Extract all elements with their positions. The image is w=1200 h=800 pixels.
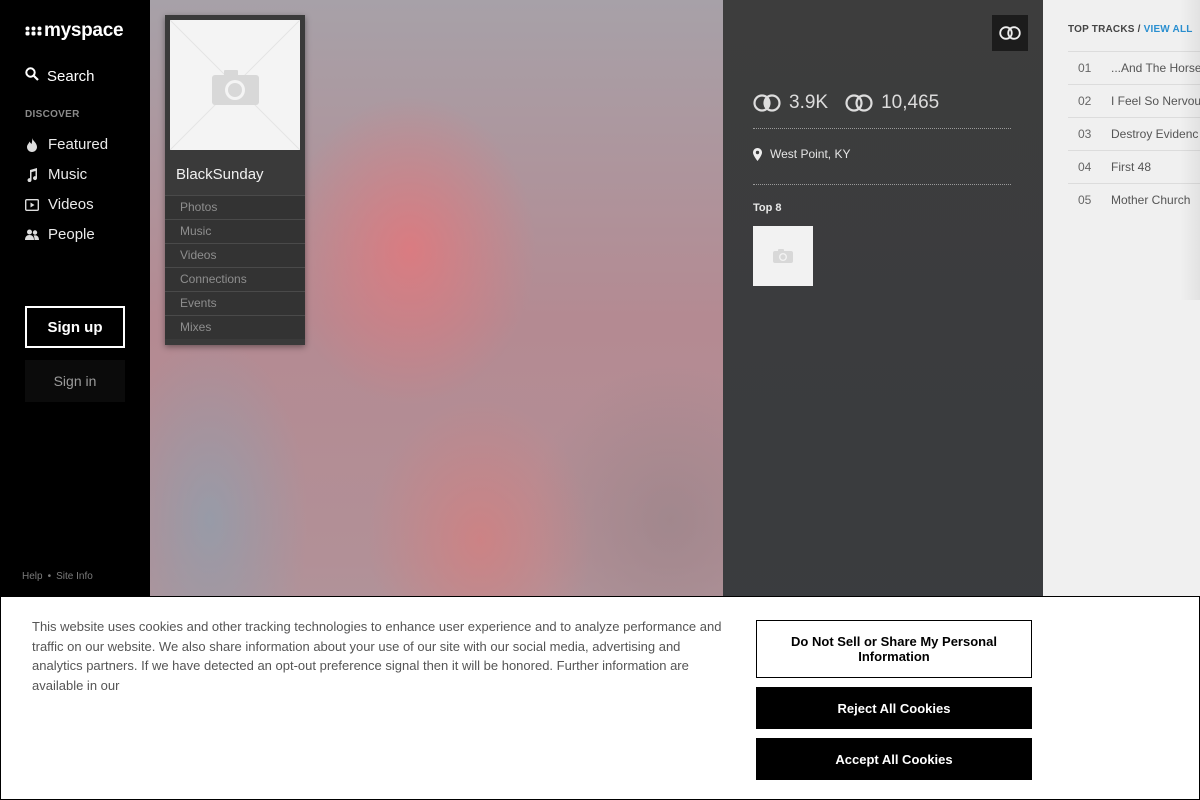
nav-item-featured[interactable]: Featured [25, 136, 108, 153]
cookie-notice-text: This website uses cookies and other trac… [32, 619, 722, 693]
footer-separator: • [47, 571, 52, 582]
accept-all-cookies-button[interactable]: Accept All Cookies [756, 738, 1032, 780]
camera-placeholder-icon [170, 20, 300, 150]
nav-item-label: People [48, 226, 95, 243]
music-note-icon [25, 167, 39, 182]
profile-menu-events[interactable]: Events [165, 291, 305, 315]
track-number: 03 [1078, 127, 1092, 141]
profile-menu-mixes[interactable]: Mixes [165, 315, 305, 339]
track-number: 02 [1078, 94, 1092, 108]
logo-text: myspace [44, 20, 124, 42]
discover-heading: DISCOVER [25, 109, 80, 120]
reject-all-cookies-button[interactable]: Reject All Cookies [756, 687, 1032, 729]
profile-name[interactable]: BlackSunday [176, 166, 264, 183]
video-play-icon [25, 198, 39, 212]
top-tracks-heading: TOP TRACKS / VIEW ALL [1068, 24, 1193, 35]
profile-menu: Photos Music Videos Connections Events M… [165, 195, 305, 339]
profile-menu-music[interactable]: Music [165, 219, 305, 243]
top8-heading: Top 8 [753, 202, 782, 214]
search-icon [25, 67, 39, 85]
connection-stats: 3.9K 10,465 [753, 92, 956, 114]
nav-search[interactable]: Search [25, 67, 95, 85]
nav-item-music[interactable]: Music [25, 166, 87, 183]
people-icon [25, 228, 39, 242]
help-link[interactable]: Help [22, 571, 43, 582]
track-number: 04 [1078, 160, 1092, 174]
profile-menu-photos[interactable]: Photos [165, 195, 305, 219]
nav-item-people[interactable]: People [25, 226, 95, 243]
top-tracks-title: TOP TRACKS / [1068, 24, 1141, 35]
track-number: 05 [1078, 193, 1092, 207]
connections-out-stat[interactable]: 10,465 [845, 92, 939, 114]
nav-item-videos[interactable]: Videos [25, 196, 94, 213]
site-info-link[interactable]: Site Info [56, 571, 93, 582]
location-pin-icon [753, 147, 762, 161]
do-not-sell-button[interactable]: Do Not Sell or Share My Personal Informa… [756, 620, 1032, 678]
profile-menu-connections[interactable]: Connections [165, 267, 305, 291]
location: West Point, KY [753, 147, 850, 161]
connections-in-count: 3.9K [789, 92, 829, 113]
divider [753, 184, 1011, 185]
connections-out-icon [845, 94, 873, 112]
track-title: First 48 [1111, 160, 1152, 174]
top8-friend-thumbnail[interactable] [753, 226, 813, 286]
cookie-consent-banner: This website uses cookies and other trac… [0, 596, 1200, 800]
nav-item-label: Videos [48, 196, 94, 213]
connect-rings-icon [999, 26, 1021, 40]
track-number: 01 [1078, 61, 1092, 75]
connections-out-count: 10,465 [881, 92, 940, 113]
track-title: Mother Church [1111, 193, 1191, 207]
nav-item-label: Featured [48, 136, 109, 153]
location-text: West Point, KY [770, 147, 851, 161]
connections-in-icon [753, 94, 781, 112]
signup-button[interactable]: Sign up [25, 306, 125, 348]
panel-edge-shadow [1180, 0, 1200, 300]
connect-button[interactable] [992, 15, 1028, 51]
profile-photo-placeholder[interactable] [170, 20, 300, 150]
profile-menu-videos[interactable]: Videos [165, 243, 305, 267]
search-label: Search [47, 67, 95, 85]
flame-icon [25, 137, 39, 152]
connections-in-stat[interactable]: 3.9K [753, 92, 828, 114]
myspace-logo[interactable]: myspace [25, 20, 124, 42]
camera-placeholder-icon [773, 249, 793, 263]
nav-item-label: Music [48, 166, 88, 183]
profile-card: BlackSunday Photos Music Videos Connecti… [165, 15, 305, 345]
footer-links: Help • Site Info [22, 571, 93, 582]
divider [753, 128, 1011, 129]
signin-button[interactable]: Sign in [25, 360, 125, 402]
logo-dots-icon [25, 20, 42, 42]
